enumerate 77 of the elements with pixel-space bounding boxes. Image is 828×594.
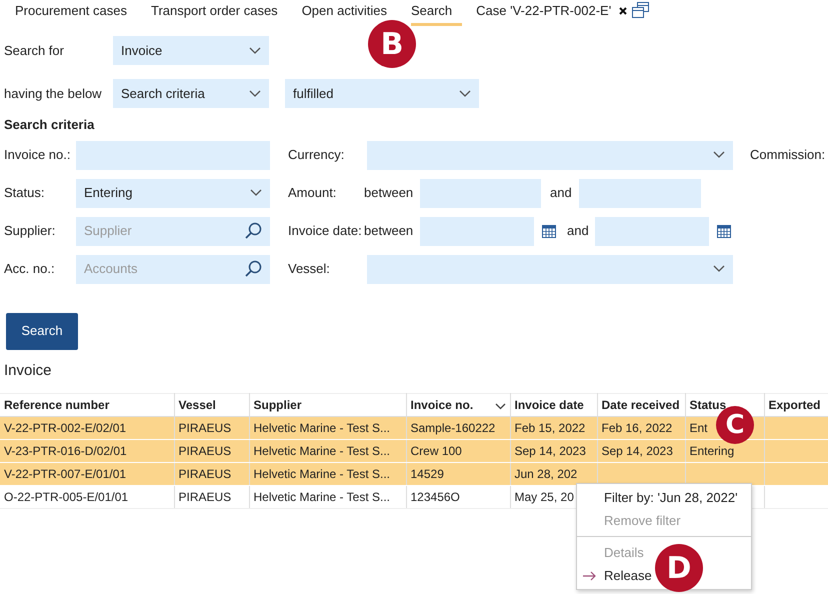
close-icon[interactable] [619, 7, 628, 15]
table-row[interactable]: V-23-PTR-016-D/02/01 PIRAEUS Helvetic Marine - Test S... Crew 100 Sep 14, 2023 Sep 14, 2023 Entering [0, 440, 828, 462]
menu-item[interactable]: Filter by: 'Jun 28, 2022' [583, 488, 738, 508]
section-heading: Search criteria [4, 116, 96, 134]
chevron-icon [249, 46, 261, 54]
arrow-icon [583, 570, 597, 580]
table-cell: Crew 100 [410, 444, 462, 458]
table-cell: Entering [690, 444, 734, 458]
table-cell: Feb 16, 2022 [602, 421, 672, 435]
calendar-icon[interactable] [542, 224, 556, 238]
status-dropdown[interactable]: Entering [76, 178, 270, 208]
table-cell: Sep 14, 2023 [514, 444, 586, 458]
chevron-icon [713, 151, 725, 159]
condition-dropdown[interactable]: fulfilled [285, 79, 479, 108]
chevron-icon [249, 90, 261, 98]
field-label: Vessel: [288, 260, 331, 278]
search-icon[interactable] [244, 260, 262, 278]
sort-icon[interactable] [494, 403, 506, 410]
table-cell: Helvetic Marine - Test S... [254, 490, 390, 504]
chevron-icon [713, 265, 725, 273]
amount-from-field[interactable] [420, 178, 541, 208]
results-title: Invoice [4, 360, 53, 380]
field-label: Acc. no.: [4, 260, 56, 278]
chevron-icon [250, 189, 262, 197]
field-label: and [567, 222, 590, 240]
field-label: Search for [4, 42, 65, 60]
table-cell: May 25, 20 [514, 490, 574, 504]
table-cell: PIRAEUS [178, 421, 232, 435]
table-cell: Helvetic Marine - Test S... [254, 421, 390, 435]
table-cell: PIRAEUS [178, 444, 232, 458]
column-header[interactable]: Invoice no. [406, 394, 510, 416]
table-cell: Feb 15, 2022 [514, 421, 586, 435]
amount-to-field[interactable] [579, 178, 701, 208]
tab[interactable]: Procurement cases [15, 0, 127, 26]
field-label: Invoice no.: [4, 146, 72, 164]
field-label: Amount: [288, 184, 338, 202]
tab[interactable]: Search [410, 0, 462, 26]
table-cell: V-23-PTR-016-D/02/01 [4, 444, 127, 458]
field-label: Invoice date: [288, 222, 363, 240]
table-cell: 14529 [410, 467, 444, 481]
table-cell: Sample-160222 [410, 421, 496, 435]
calendar-icon[interactable] [717, 224, 731, 238]
search-button[interactable]: Search [6, 312, 78, 350]
table-cell: O-22-PTR-005-E/01/01 [4, 490, 128, 504]
field-label: Currency: [288, 146, 346, 164]
chevron-icon [459, 90, 471, 98]
field-label: having the below [4, 84, 103, 103]
windows-icon[interactable] [632, 2, 650, 18]
menu-item[interactable]: Release [583, 566, 652, 586]
search-for-dropdown[interactable]: Invoice [113, 36, 269, 65]
table-cell: Sep 14, 2023 [602, 444, 673, 458]
field-label: between [364, 222, 414, 240]
table-cell: V-22-PTR-002-E/02/01 [4, 421, 126, 435]
table-cell: PIRAEUS [178, 490, 232, 504]
table-row[interactable]: V-22-PTR-007-E/01/01 PIRAEUS Helvetic Marine - Test S... 14529 Jun 28, 202 [0, 462, 828, 486]
table-cell: Jun 28, 202 [514, 467, 578, 481]
table-cell: PIRAEUS [178, 467, 232, 481]
table-cell: Helvetic Marine - Test S... [254, 467, 390, 481]
column-header[interactable]: Supplier [249, 394, 406, 416]
field-label: Status: [4, 184, 46, 202]
tab[interactable]: Case 'V-22-PTR-002-E' [476, 0, 612, 26]
criteria-dropdown[interactable]: Search criteria [113, 79, 269, 108]
tab[interactable]: Transport order cases [151, 0, 278, 26]
field-label: Commission: [750, 146, 826, 164]
date-from-field[interactable] [420, 216, 534, 246]
column-header[interactable]: Reference number [0, 394, 174, 416]
table-cell: 123456O [410, 490, 460, 504]
search-icon[interactable] [244, 222, 262, 240]
table-cell: V-22-PTR-007-E/01/01 [4, 467, 126, 481]
table-cell: Ent [690, 421, 708, 435]
field-label: and [550, 184, 573, 202]
field-label: between [364, 184, 414, 202]
field-label: Supplier: [4, 222, 56, 240]
table-cell: Helvetic Marine - Test S... [254, 444, 390, 458]
date-to-field[interactable] [595, 216, 709, 246]
invoice-number-field[interactable] [76, 140, 270, 170]
callout-marker: B [368, 20, 416, 68]
